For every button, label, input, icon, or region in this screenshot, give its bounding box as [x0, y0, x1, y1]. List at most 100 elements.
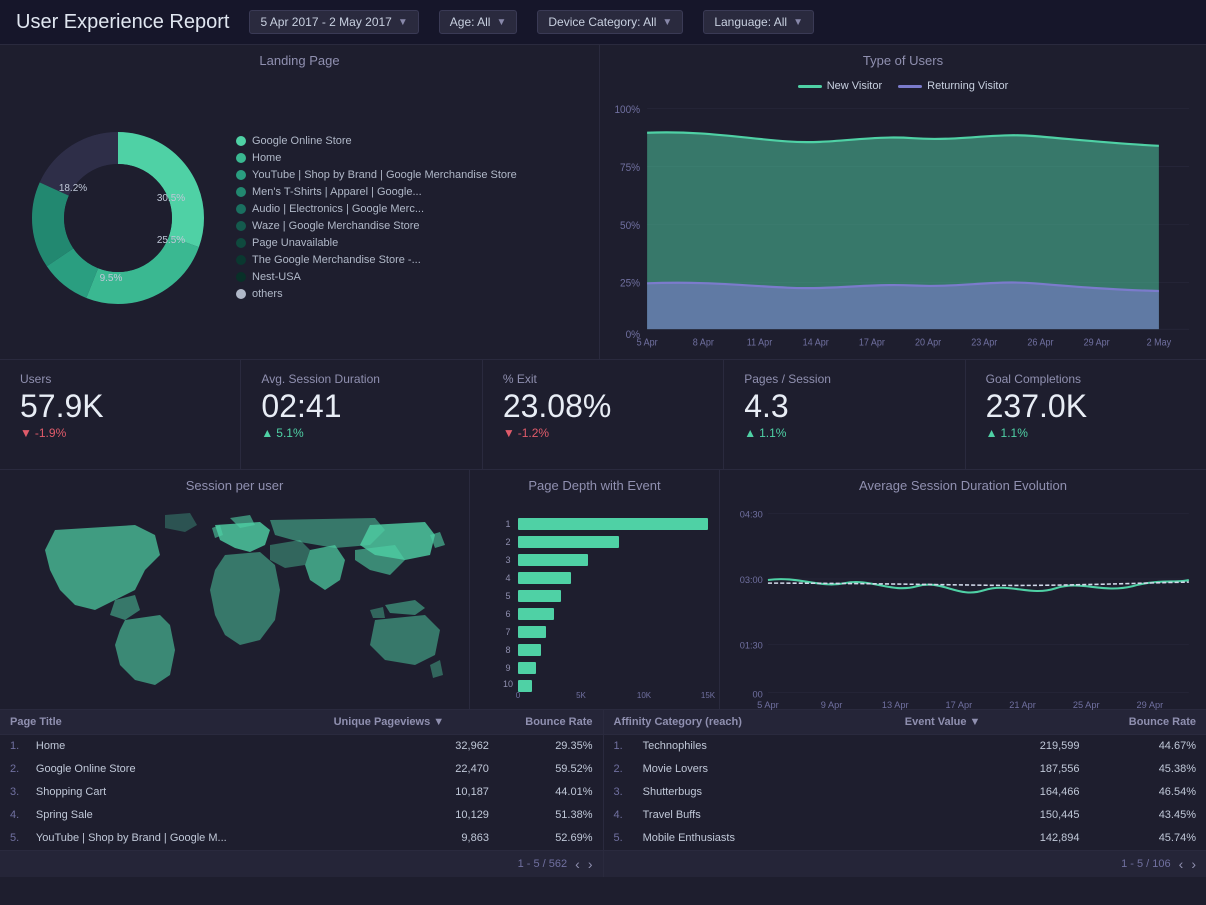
legend-color	[236, 255, 246, 265]
affinity-bounce-col: Bounce Rate	[1080, 716, 1197, 728]
list-item: Men's T-Shirts | Apparel | Google...	[236, 186, 591, 198]
legend-color	[236, 136, 246, 146]
table-row: 3. Shutterbugs 164,466 46.54%	[604, 781, 1206, 804]
svg-text:3: 3	[505, 555, 510, 565]
chevron-down-icon: ▼	[793, 17, 803, 28]
date-range-filter[interactable]: 5 Apr 2017 - 2 May 2017 ▼	[249, 10, 418, 34]
legend-color	[236, 204, 246, 214]
language-filter[interactable]: Language: All ▼	[703, 10, 814, 34]
users-chart-legend: New Visitor Returning Visitor	[600, 76, 1206, 96]
list-item: others	[236, 288, 591, 300]
landing-legend: Google Online Store Home YouTube | Shop …	[228, 80, 591, 355]
legend-color	[236, 221, 246, 231]
event-value-col[interactable]: Event Value ▼	[905, 716, 1080, 728]
chevron-down-icon: ▼	[662, 17, 672, 28]
goal-completions-change: ▲ 1.1%	[986, 426, 1186, 440]
affinity-next-page-button[interactable]: ›	[1191, 856, 1196, 872]
svg-text:10: 10	[503, 679, 513, 689]
donut-chart-container: 18.2% 30.5% 25.5% 9.5%	[8, 80, 228, 355]
arrow-up-icon: ▲	[261, 426, 273, 440]
exit-metric: % Exit 23.08% ▼ -1.2%	[483, 360, 724, 469]
arrow-up-icon: ▲	[986, 426, 998, 440]
table-row: 4. Spring Sale 10,129 51.38%	[0, 804, 603, 827]
svg-text:04:30: 04:30	[740, 509, 763, 519]
users-metric: Users 57.9K ▼ -1.9%	[0, 360, 241, 469]
age-filter[interactable]: Age: All ▼	[439, 10, 518, 34]
svg-text:25.5%: 25.5%	[157, 235, 185, 246]
svg-text:15K: 15K	[701, 691, 716, 700]
svg-text:11 Apr: 11 Apr	[747, 336, 772, 347]
affinity-prev-page-button[interactable]: ‹	[1179, 856, 1184, 872]
landing-page-panel: Landing Page	[0, 45, 600, 359]
device-filter[interactable]: Device Category: All ▼	[537, 10, 683, 34]
list-item: Audio | Electronics | Google Merc...	[236, 203, 591, 215]
svg-text:30.5%: 30.5%	[157, 193, 185, 204]
pages-table-header: Page Title Unique Pageviews ▼ Bounce Rat…	[0, 710, 603, 735]
avg-session-evolution-panel: Average Session Duration Evolution 04:30…	[720, 470, 1206, 709]
pageviews-col[interactable]: Unique Pageviews ▼	[334, 716, 489, 728]
next-page-button[interactable]: ›	[588, 856, 593, 872]
goal-completions-value: 237.0K	[986, 390, 1186, 422]
svg-text:6: 6	[505, 609, 510, 619]
goal-completions-label: Goal Completions	[986, 372, 1186, 386]
bounce-col: Bounce Rate	[489, 716, 593, 728]
goal-completions-metric: Goal Completions 237.0K ▲ 1.1%	[966, 360, 1206, 469]
table-row: 3. Shopping Cart 10,187 44.01%	[0, 781, 603, 804]
affinity-table-footer: 1 - 5 / 106 ‹ ›	[604, 850, 1206, 877]
svg-text:8: 8	[505, 645, 510, 655]
depth-chart-area: 1 2 3 4 5 6 7 8 9 10	[470, 501, 719, 709]
svg-text:13 Apr: 13 Apr	[882, 700, 909, 710]
arrow-up-icon: ▲	[744, 426, 756, 440]
avg-session-change: ▲ 5.1%	[261, 426, 461, 440]
list-item: Waze | Google Merchandise Store	[236, 220, 591, 232]
svg-text:1: 1	[505, 519, 510, 529]
table-row: 1. Technophiles 219,599 44.67%	[604, 735, 1206, 758]
sort-icon: ▼	[433, 716, 444, 728]
prev-page-button[interactable]: ‹	[575, 856, 580, 872]
world-map-container	[0, 501, 469, 709]
list-item: The Google Merchandise Store -...	[236, 254, 591, 266]
users-area-chart: 100% 75% 50% 25% 0%	[612, 100, 1194, 351]
svg-text:21 Apr: 21 Apr	[1009, 700, 1036, 710]
depth-bar-chart: 1 2 3 4 5 6 7 8 9 10	[500, 513, 720, 698]
svg-text:26 Apr: 26 Apr	[1027, 336, 1053, 347]
svg-text:17 Apr: 17 Apr	[859, 336, 885, 347]
users-chart-area: 100% 75% 50% 25% 0%	[600, 96, 1206, 359]
svg-text:18.2%: 18.2%	[59, 183, 87, 194]
svg-text:100%: 100%	[614, 105, 640, 116]
svg-text:9: 9	[505, 663, 510, 673]
type-of-users-panel: Type of Users New Visitor Returning Visi…	[600, 45, 1206, 359]
type-of-users-title: Type of Users	[600, 45, 1206, 76]
svg-text:7: 7	[505, 627, 510, 637]
svg-text:29 Apr: 29 Apr	[1084, 336, 1110, 347]
exit-value: 23.08%	[503, 390, 703, 422]
svg-text:75%: 75%	[620, 163, 640, 174]
list-item: Nest-USA	[236, 271, 591, 283]
landing-content: 18.2% 30.5% 25.5% 9.5% Google Online Sto…	[0, 76, 599, 359]
svg-text:29 Apr: 29 Apr	[1137, 700, 1164, 710]
new-visitor-legend: New Visitor	[798, 80, 882, 92]
session-per-user-title: Session per user	[0, 470, 469, 501]
avg-session-label: Avg. Session Duration	[261, 372, 461, 386]
table-row: 2. Movie Lovers 187,556 45.38%	[604, 758, 1206, 781]
donut-chart: 18.2% 30.5% 25.5% 9.5%	[23, 123, 213, 313]
svg-text:01:30: 01:30	[740, 641, 763, 651]
svg-text:23 Apr: 23 Apr	[971, 336, 997, 347]
list-item: Google Online Store	[236, 135, 591, 147]
svg-text:5 Apr: 5 Apr	[757, 700, 779, 710]
session-per-user-panel: Session per user	[0, 470, 470, 709]
svg-text:9 Apr: 9 Apr	[821, 700, 843, 710]
landing-page-title: Landing Page	[0, 45, 599, 76]
sort-icon: ▼	[970, 716, 981, 728]
svg-text:2 May: 2 May	[1147, 336, 1172, 347]
page-depth-title: Page Depth with Event	[470, 470, 719, 501]
arrow-down-icon: ▼	[503, 426, 515, 440]
svg-text:5K: 5K	[576, 691, 586, 700]
pages-session-value: 4.3	[744, 390, 944, 422]
top-row: Landing Page	[0, 45, 1206, 360]
affinity-table-header: Affinity Category (reach) Event Value ▼ …	[604, 710, 1206, 735]
tables-row: Page Title Unique Pageviews ▼ Bounce Rat…	[0, 710, 1206, 877]
chevron-down-icon: ▼	[496, 17, 506, 28]
table-row: 5. YouTube | Shop by Brand | Google M...…	[0, 827, 603, 850]
svg-text:2: 2	[505, 537, 510, 547]
